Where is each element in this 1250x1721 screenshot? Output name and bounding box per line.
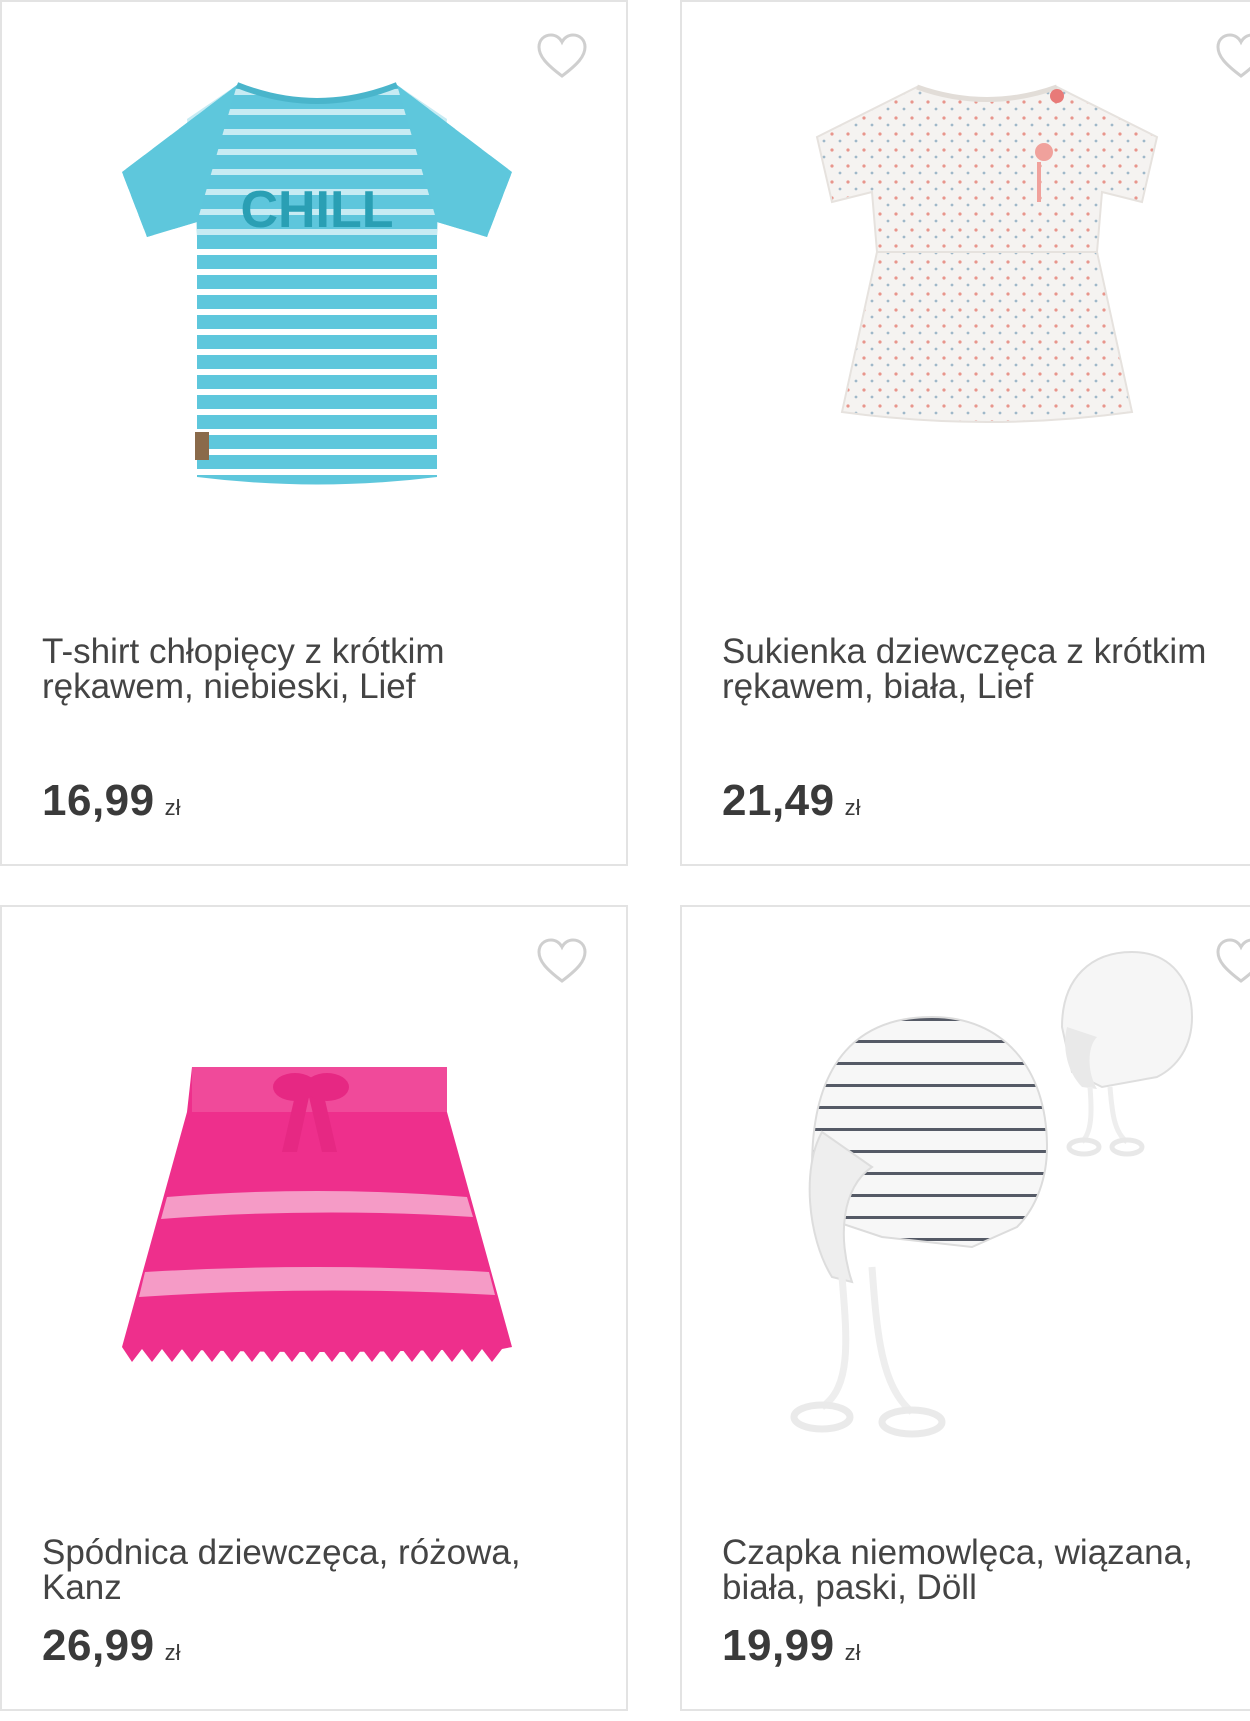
product-image[interactable]	[2, 907, 626, 1527]
tshirt-image: CHILL	[122, 82, 512, 485]
product-title[interactable]: Spódnica dziewczęca, różowa, Kanz	[42, 1535, 586, 1605]
product-title[interactable]: Sukienka dziewczęca z krótkim rękawem, b…	[722, 634, 1238, 704]
product-card[interactable]: CHILL T-shirt chłopięcy z krótkim rękawe…	[0, 0, 628, 866]
product-card[interactable]: Spódnica dziewczęca, różowa, Kanz 26,99 z…	[0, 905, 628, 1711]
product-price: 21,49 zł	[722, 776, 861, 826]
product-title[interactable]: Czapka niemowlęca, wiązana, biała, paski…	[722, 1535, 1238, 1605]
product-price: 19,99 zł	[722, 1621, 861, 1671]
price-amount: 19,99	[722, 1621, 835, 1670]
product-price: 16,99 zł	[42, 776, 181, 826]
product-image[interactable]: CHILL	[2, 2, 626, 622]
product-price: 26,99 zł	[42, 1621, 181, 1671]
skirt-image	[122, 1067, 512, 1362]
price-currency: zł	[164, 795, 181, 820]
product-card[interactable]: Sukienka dziewczęca z krótkim rękawem, b…	[680, 0, 1250, 866]
price-amount: 26,99	[42, 1621, 155, 1670]
product-image[interactable]	[682, 907, 1250, 1527]
hat-image	[790, 950, 1194, 1438]
price-amount: 21,49	[722, 776, 835, 825]
dress-image	[815, 84, 1159, 423]
product-image[interactable]	[682, 2, 1250, 622]
product-card[interactable]: Czapka niemowlęca, wiązana, biała, paski…	[680, 905, 1250, 1711]
price-amount: 16,99	[42, 776, 155, 825]
price-currency: zł	[844, 795, 861, 820]
price-currency: zł	[164, 1640, 181, 1665]
product-title[interactable]: T-shirt chłopięcy z krótkim rękawem, nie…	[42, 634, 586, 704]
tshirt-print-text: CHILL	[240, 181, 393, 239]
price-currency: zł	[844, 1640, 861, 1665]
